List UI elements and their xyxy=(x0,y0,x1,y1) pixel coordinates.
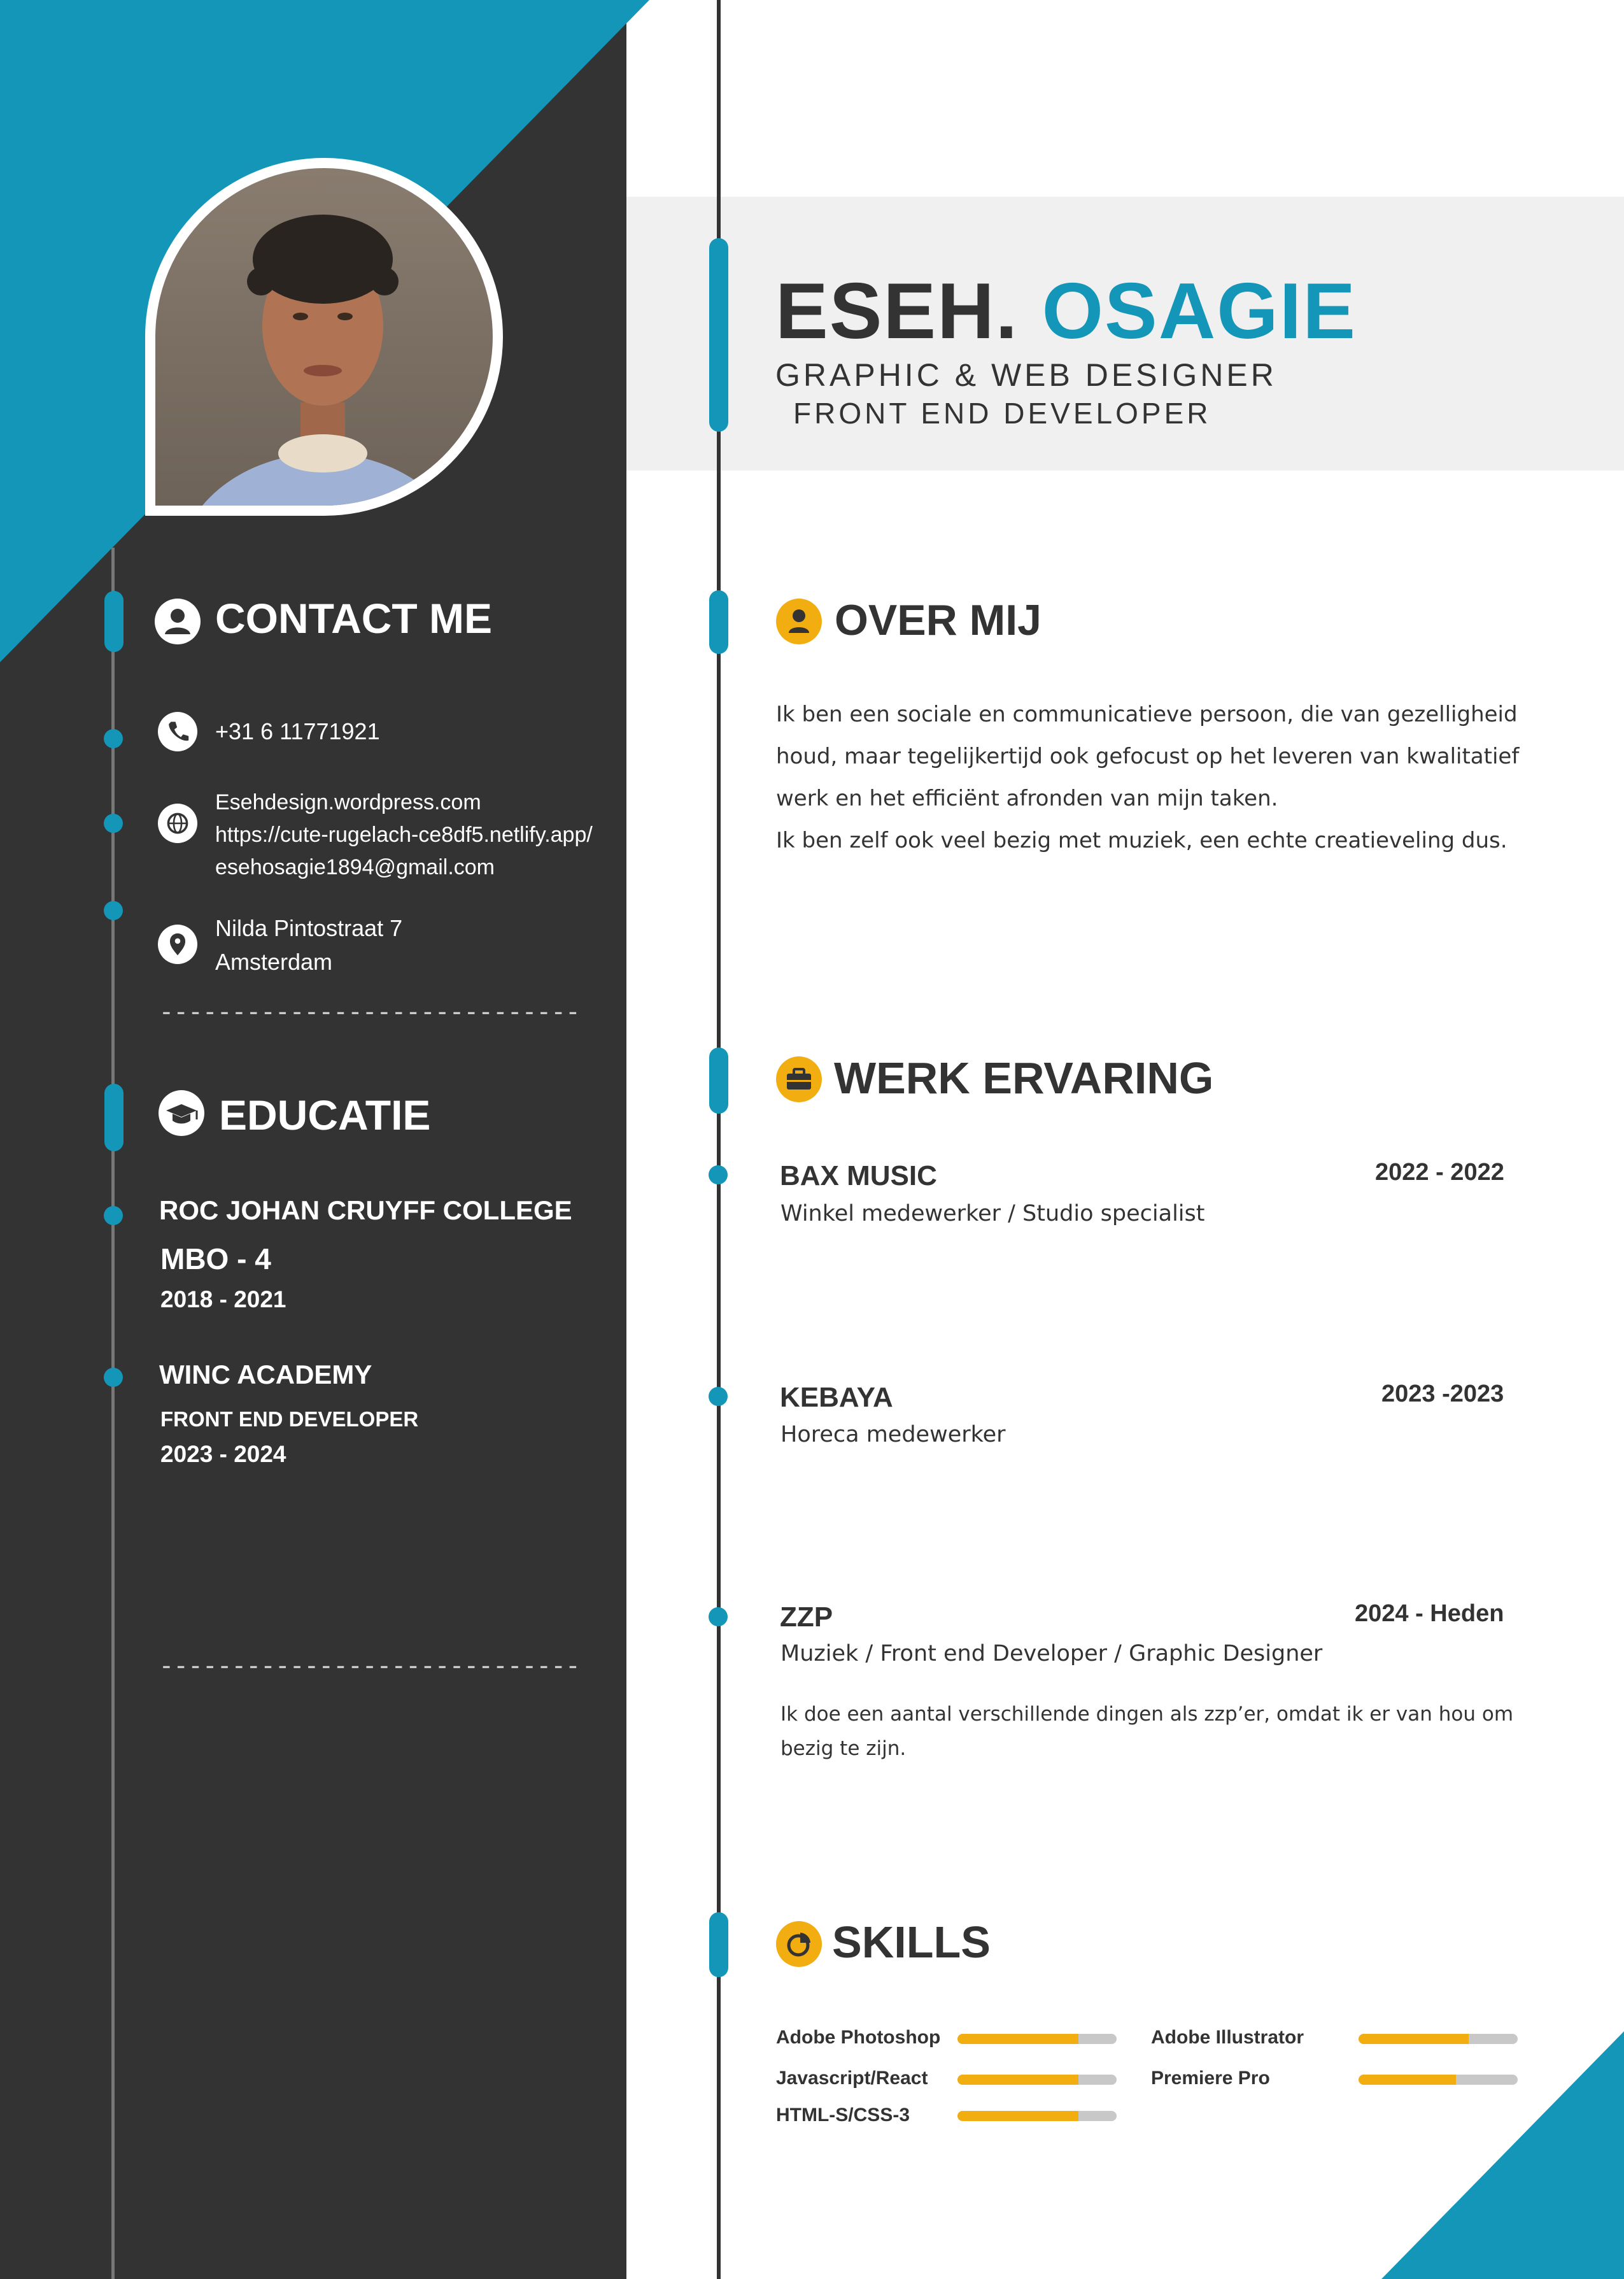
job-company: BAX MUSIC xyxy=(780,1160,937,1191)
contact-marker xyxy=(104,591,124,652)
about-marker xyxy=(709,590,728,654)
skill-bar xyxy=(1359,2034,1518,2044)
job-years: 2024 - Heden xyxy=(1355,1600,1504,1627)
school-name: ROC JOHAN CRUYFF COLLEGE xyxy=(159,1195,572,1225)
accent-triangle-bottom xyxy=(1381,2031,1624,2279)
job-company: KEBAYA xyxy=(780,1382,893,1413)
skill-bar-fill xyxy=(957,2111,1078,2121)
phone-number[interactable]: +31 6 11771921 xyxy=(215,718,380,745)
about-line: houd, maar tegelijkertijd ook gefocust o… xyxy=(776,744,1520,769)
skill-name: Adobe Photoshop xyxy=(776,2027,941,2048)
work-marker xyxy=(709,1047,728,1114)
skill-bar-fill xyxy=(957,2034,1078,2044)
timeline-dot xyxy=(709,1387,728,1406)
role-line-2: FRONT END DEVELOPER xyxy=(793,397,1211,430)
skill-bar-fill xyxy=(1359,2034,1469,2044)
school-level: FRONT END DEVELOPER xyxy=(160,1407,419,1431)
skill-bar-fill xyxy=(1359,2075,1456,2085)
header-marker xyxy=(709,238,728,432)
timeline-dot xyxy=(104,901,123,920)
job-years: 2022 - 2022 xyxy=(1375,1159,1504,1186)
sidebar-timeline-line xyxy=(111,548,115,2279)
timeline-dot xyxy=(104,1368,123,1387)
skills-marker xyxy=(709,1912,728,1977)
about-line: werk en het efficiënt afronden van mijn … xyxy=(776,786,1278,811)
job-years: 2023 -2023 xyxy=(1381,1381,1504,1407)
school-level: MBO - 4 xyxy=(160,1242,271,1275)
about-title: OVER MIJ xyxy=(835,596,1041,644)
first-name: ESEH. xyxy=(775,267,1019,355)
user-icon xyxy=(155,599,201,644)
briefcase-icon xyxy=(776,1056,822,1102)
work-title: WERK ERVARING xyxy=(834,1053,1214,1103)
netlify-link[interactable]: https://cute-rugelach-ce8df5.netlify.app… xyxy=(215,823,593,848)
address-street: Nilda Pintostraat 7 xyxy=(215,915,403,941)
skill-name: Premiere Pro xyxy=(1151,2068,1270,2089)
pie-chart-icon xyxy=(776,1921,822,1967)
timeline-dot xyxy=(709,1607,728,1626)
timeline-dot xyxy=(104,1206,123,1225)
profile-photo xyxy=(145,158,503,516)
job-company: ZZP xyxy=(780,1601,833,1633)
school-years: 2023 - 2024 xyxy=(160,1441,286,1467)
person-icon xyxy=(776,599,822,644)
job-description: bezig te zijn. xyxy=(780,1737,907,1760)
job-role: Muziek / Front end Developer / Graphic D… xyxy=(780,1641,1323,1666)
skill-name: Javascript/React xyxy=(776,2068,928,2089)
contact-title: CONTACT ME xyxy=(215,595,493,642)
skill-bar xyxy=(957,2034,1117,2044)
role-line-1: GRAPHIC & WEB DESIGNER xyxy=(775,357,1277,393)
graduation-cap-icon xyxy=(159,1090,204,1136)
last-name: OSAGIE xyxy=(1041,267,1357,355)
globe-icon xyxy=(158,804,197,843)
timeline-dot xyxy=(104,814,123,833)
timeline-dot xyxy=(709,1165,728,1184)
skills-title: SKILLS xyxy=(832,1917,991,1967)
about-line: Ik ben zelf ook veel bezig met muziek, e… xyxy=(776,828,1507,853)
skill-bar xyxy=(957,2075,1117,2085)
map-pin-icon xyxy=(158,925,197,964)
divider: ----------------------------- xyxy=(159,1000,581,1027)
job-role: Winkel medewerker / Studio specialist xyxy=(780,1201,1205,1226)
skill-bar xyxy=(1359,2075,1518,2085)
skill-bar-fill xyxy=(957,2075,1078,2085)
phone-icon xyxy=(158,712,197,751)
job-role: Horeca medewerker xyxy=(780,1422,1006,1447)
skill-bar xyxy=(957,2111,1117,2121)
school-name: WINC ACADEMY xyxy=(159,1360,372,1389)
website-link[interactable]: Esehdesign.wordpress.com xyxy=(215,790,481,815)
timeline-dot xyxy=(104,729,123,748)
education-marker xyxy=(104,1084,124,1151)
education-title: EDUCATIE xyxy=(219,1091,431,1139)
job-description: Ik doe een aantal verschillende dingen a… xyxy=(780,1703,1514,1726)
about-line: Ik ben een sociale en communicatieve per… xyxy=(776,702,1518,727)
email-link[interactable]: esehosagie1894@gmail.com xyxy=(215,855,495,880)
skill-name: HTML-S/CSS-3 xyxy=(776,2105,910,2126)
address-city: Amsterdam xyxy=(215,949,333,975)
skill-name: Adobe Illustrator xyxy=(1151,2027,1304,2048)
full-name: ESEH. OSAGIE xyxy=(775,266,1357,357)
divider: ----------------------------- xyxy=(159,1654,581,1681)
school-years: 2018 - 2021 xyxy=(160,1286,286,1312)
